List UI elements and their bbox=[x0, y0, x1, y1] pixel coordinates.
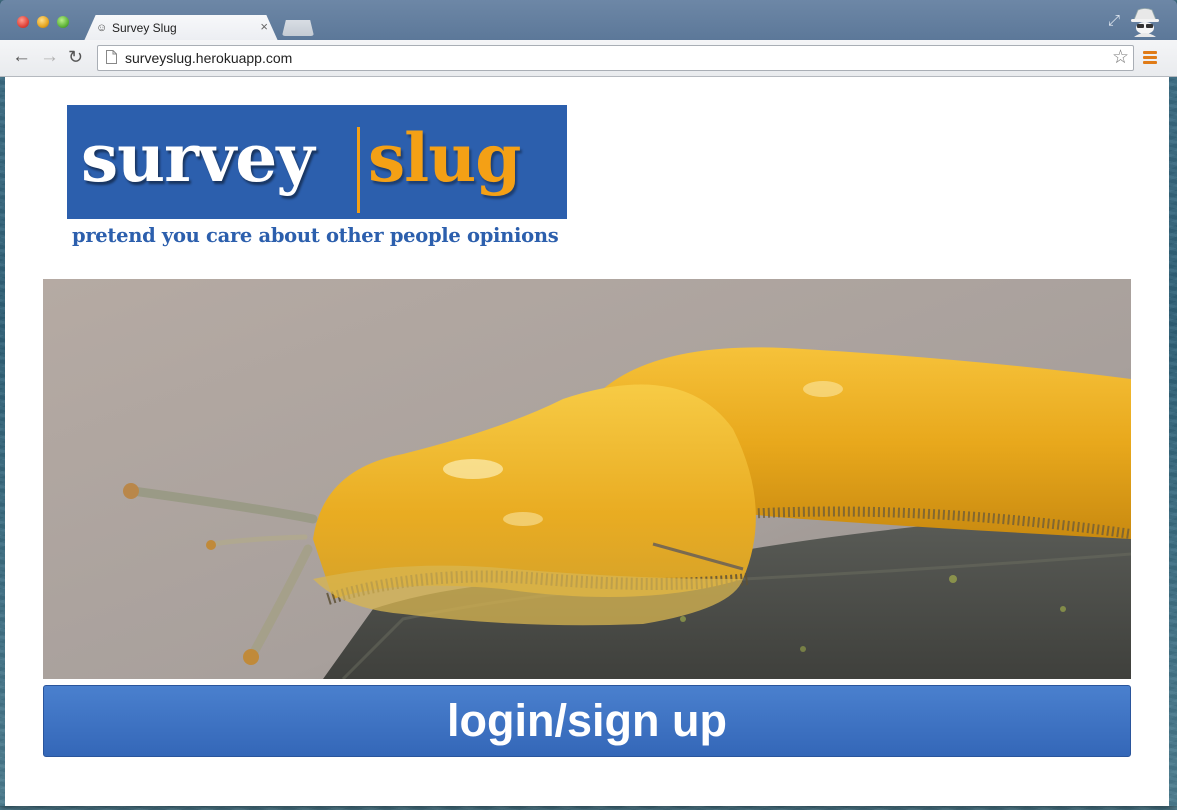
zoom-window-button[interactable] bbox=[57, 16, 69, 28]
reload-icon[interactable]: ↻ bbox=[68, 46, 83, 68]
logo-banner: survey slug bbox=[67, 105, 567, 219]
survey-slug-logo: survey slug pretend you care about other… bbox=[67, 105, 567, 250]
title-bar: ☺ Survey Slug × ⤢ bbox=[0, 0, 1177, 41]
url-text[interactable]: surveyslug.herokuapp.com bbox=[125, 50, 292, 66]
minimize-window-button[interactable] bbox=[37, 16, 49, 28]
tab-close-icon[interactable]: × bbox=[260, 19, 268, 34]
login-signup-button[interactable]: login/sign up bbox=[43, 685, 1131, 757]
forward-arrow-icon[interactable]: → bbox=[40, 46, 59, 68]
browser-window: ☺ Survey Slug × ⤢ ← → ↻ surveyslug.herok… bbox=[0, 0, 1177, 806]
logo-word-slug: slug bbox=[368, 119, 521, 197]
tab-title: Survey Slug bbox=[112, 21, 177, 35]
logo-word-survey: survey bbox=[81, 119, 315, 197]
browser-toolbar: ← → ↻ surveyslug.herokuapp.com ☆ bbox=[0, 40, 1177, 77]
address-bar[interactable]: surveyslug.herokuapp.com ☆ bbox=[97, 45, 1134, 71]
page-icon bbox=[106, 50, 117, 64]
close-window-button[interactable] bbox=[17, 16, 29, 28]
back-arrow-icon[interactable]: ← bbox=[12, 46, 31, 68]
hero-image bbox=[43, 279, 1131, 679]
tab-survey-slug[interactable]: ☺ Survey Slug × bbox=[84, 15, 278, 41]
banana-slug-photo bbox=[43, 279, 1131, 679]
incognito-icon bbox=[1131, 8, 1159, 37]
logo-tagline: pretend you care about other people opin… bbox=[72, 224, 559, 247]
hamburger-menu-icon[interactable] bbox=[1143, 51, 1157, 64]
star-icon[interactable]: ☆ bbox=[1112, 46, 1129, 69]
page-content: survey slug pretend you care about other… bbox=[5, 77, 1169, 806]
fullscreen-icon[interactable]: ⤢ bbox=[1108, 12, 1120, 29]
new-tab-button[interactable] bbox=[282, 20, 314, 36]
logo-divider bbox=[357, 127, 360, 213]
slug-favicon-icon: ☺ bbox=[96, 22, 108, 34]
